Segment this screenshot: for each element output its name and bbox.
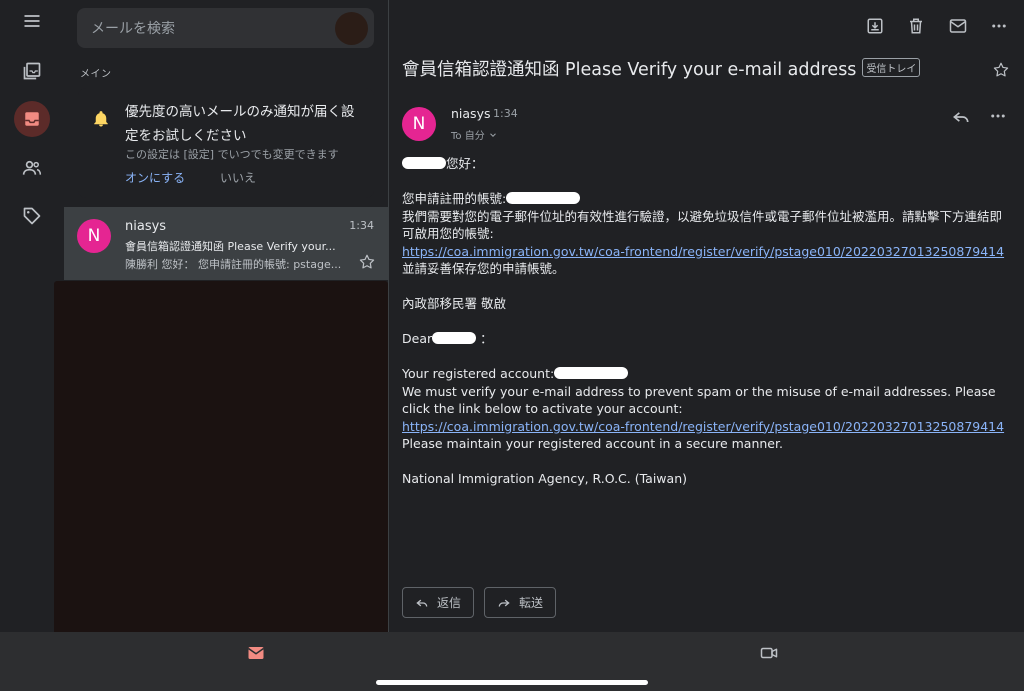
reply-icon[interactable] bbox=[951, 107, 971, 127]
contacts-icon bbox=[22, 160, 42, 175]
mail-icon bbox=[949, 19, 967, 33]
video-icon[interactable] bbox=[758, 644, 780, 662]
verification-link[interactable]: https://coa.immigration.gov.tw/coa-front… bbox=[402, 419, 1004, 434]
account-line-zh: 您申請註冊的帳號: bbox=[402, 190, 1014, 208]
account-zh-text: 您申請註冊的帳號: bbox=[402, 191, 507, 206]
reading-pane: 會員信箱認證通知函 Please Verify your e-mail addr… bbox=[389, 0, 1024, 632]
list-item[interactable]: N niasys 1:34 會員信箱認證通知函 Please Verify yo… bbox=[64, 207, 388, 280]
dear-colon: ： bbox=[480, 331, 493, 346]
greeting-zh-text: 您好： bbox=[446, 156, 484, 171]
signature-en: National Immigration Agency, R.O.C. (Tai… bbox=[402, 471, 687, 486]
promo-title: 優先度の高いメールのみ通知が届く設定をお試しください bbox=[125, 104, 355, 144]
menu-icon bbox=[24, 15, 40, 27]
menu-button[interactable] bbox=[14, 3, 50, 39]
all-inboxes-icon bbox=[23, 62, 41, 80]
account-en-text: Your registered account: bbox=[402, 366, 555, 381]
contacts-button[interactable] bbox=[14, 150, 50, 186]
search-placeholder: メールを検索 bbox=[91, 21, 175, 37]
redacted-area bbox=[54, 281, 388, 643]
subject-text: 會員信箱認證通知函 Please Verify your e-mail addr… bbox=[402, 60, 857, 80]
inbox-button[interactable] bbox=[14, 101, 50, 137]
mail-sender: niasys bbox=[125, 219, 167, 234]
dismiss-button[interactable]: いいえ bbox=[220, 169, 256, 186]
redacted-name bbox=[432, 332, 477, 344]
forward-label: 転送 bbox=[519, 596, 544, 610]
message-body: 您好： 您申請註冊的帳號: 我們需要對您的電子郵件位址的有效性進行驗證，以避免垃… bbox=[402, 155, 1014, 488]
redacted-account bbox=[554, 367, 629, 379]
verify-text-en: We must verify your e-mail address to pr… bbox=[402, 383, 996, 417]
more-icon bbox=[992, 24, 1006, 28]
star-icon[interactable] bbox=[358, 253, 376, 271]
bell-icon bbox=[94, 111, 108, 127]
account-avatar[interactable] bbox=[335, 12, 368, 45]
mail-snippet: 陳勝利 您好： 您申請註冊的帳號: pstage... bbox=[125, 258, 342, 271]
keep-text-en: Please maintain your registered account … bbox=[402, 436, 783, 451]
sender-avatar[interactable]: N bbox=[402, 107, 436, 141]
reply-icon bbox=[416, 599, 428, 607]
inbox-icon bbox=[25, 112, 39, 126]
section-label: メイン bbox=[80, 69, 112, 80]
reply-button[interactable]: 返信 bbox=[402, 587, 475, 618]
greeting-zh: 您好： bbox=[402, 155, 1014, 173]
message-time: 1:34 bbox=[493, 107, 518, 120]
star-icon[interactable] bbox=[992, 61, 1010, 79]
recipient-label: To 自分 bbox=[451, 131, 485, 142]
archive-icon bbox=[867, 18, 883, 34]
search-input[interactable]: メールを検索 bbox=[77, 8, 374, 48]
forward-button[interactable]: 転送 bbox=[484, 587, 557, 618]
redacted-account bbox=[506, 192, 581, 204]
mail-subject: 會員信箱認證通知函 Please Verify your... bbox=[125, 240, 336, 253]
mail-time: 1:34 bbox=[349, 219, 374, 232]
signature-zh: 內政部移民署 敬啟 bbox=[402, 296, 506, 311]
mail-icon[interactable] bbox=[246, 644, 266, 662]
avatar: N bbox=[77, 219, 111, 253]
account-line-en: Your registered account: bbox=[402, 365, 1014, 383]
verify-text-zh: 我們需要對您的電子郵件位址的有效性進行驗證，以避免垃圾信件或電子郵件位址被濫用。… bbox=[402, 208, 1003, 242]
redacted-name bbox=[402, 157, 446, 169]
archive-button[interactable] bbox=[863, 14, 887, 38]
more-icon[interactable] bbox=[989, 107, 1007, 125]
dear-text: Dear bbox=[402, 331, 433, 346]
home-indicator[interactable] bbox=[376, 680, 648, 685]
forward-icon bbox=[498, 599, 510, 607]
more-button[interactable] bbox=[987, 14, 1011, 38]
label-icon bbox=[23, 207, 41, 225]
enable-button[interactable]: オンにする bbox=[125, 169, 185, 186]
inbox-label-chip[interactable]: 受信トレイ bbox=[862, 58, 921, 77]
recipient-details[interactable]: To 自分 bbox=[451, 127, 498, 142]
promo-subtitle: この設定は [設定] でいつでも変更できます bbox=[125, 148, 339, 161]
notification-promo-card: 優先度の高いメールのみ通知が届く設定をお試しください この設定は [設定] でい… bbox=[78, 88, 374, 198]
sender-name: niasys bbox=[451, 106, 491, 121]
delete-button[interactable] bbox=[904, 14, 928, 38]
greeting-en: Dear ： bbox=[402, 330, 1014, 348]
all-inboxes-button[interactable] bbox=[14, 53, 50, 89]
message-subject: 會員信箱認證通知函 Please Verify your e-mail addr… bbox=[402, 56, 921, 81]
chevron-down-icon bbox=[490, 133, 496, 137]
trash-icon bbox=[910, 18, 922, 34]
reply-label: 返信 bbox=[437, 596, 462, 610]
verification-link[interactable]: https://coa.immigration.gov.tw/coa-front… bbox=[402, 244, 1004, 259]
mark-unread-button[interactable] bbox=[946, 14, 970, 38]
labels-button[interactable] bbox=[14, 198, 50, 234]
keep-text-zh: 並請妥善保存您的申請帳號。 bbox=[402, 261, 565, 276]
